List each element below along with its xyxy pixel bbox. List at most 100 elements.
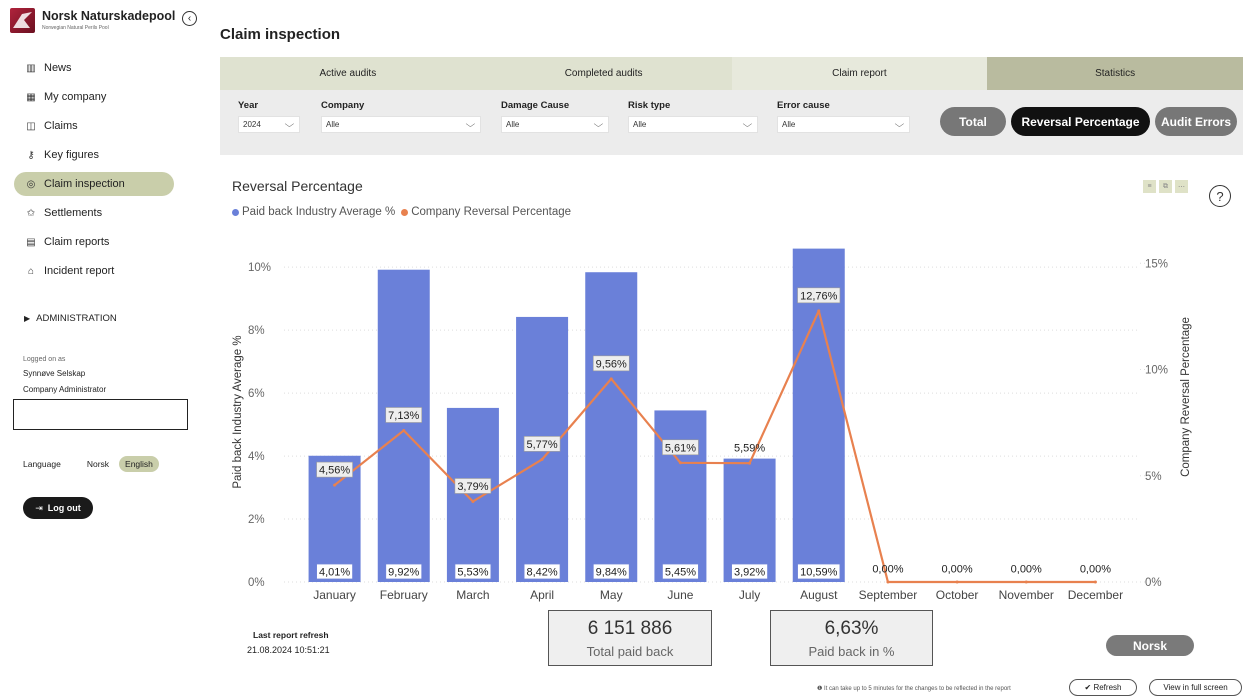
line-point-february (402, 428, 406, 432)
filter-label: Year (238, 100, 259, 111)
kpi-paid-back-percent: 6,63% Paid back in % (770, 610, 933, 666)
y2-axis-label: Company Reversal Percentage (1180, 317, 1192, 477)
sidebar-item-claim-reports[interactable]: ▤ Claim reports (14, 230, 174, 254)
bar-data-label: 5,45% (665, 567, 696, 579)
line-data-label: 5,61% (665, 442, 696, 454)
collapse-sidebar-icon[interactable]: ‹ (182, 11, 197, 26)
error-cause-select[interactable]: Alle ⌵ (777, 116, 910, 133)
logout-icon: ⇥ (35, 502, 43, 513)
x-tick-label: August (800, 588, 838, 602)
filter-icon[interactable]: ≡ (1143, 180, 1156, 193)
report-delay-note: ❶ It can take up to 5 minutes for the ch… (817, 686, 1011, 692)
sidebar-item-news[interactable]: ▥ News (14, 56, 174, 80)
norsk-report-button[interactable]: Norsk (1106, 635, 1194, 656)
bar-data-label: 9,92% (388, 567, 419, 579)
y2-tick-label: 15% (1145, 258, 1168, 270)
reversal-percentage-view-button[interactable]: Reversal Percentage (1011, 107, 1150, 136)
company-select-box[interactable] (13, 399, 188, 430)
sidebar-item-label: Settlements (44, 207, 103, 219)
line-data-label: 0,00% (872, 564, 903, 576)
page-title: Claim inspection (220, 26, 341, 43)
bar-february (377, 269, 430, 582)
risk-type-value: Alle (633, 120, 647, 129)
line-point-july (748, 461, 752, 465)
sidebar-item-my-company[interactable]: ▦ My company (14, 85, 174, 109)
logout-button[interactable]: ⇥ Log out (23, 497, 93, 519)
x-tick-label: April (530, 588, 554, 602)
refresh-button[interactable]: ✔ Refresh (1069, 679, 1137, 696)
line-data-label: 0,00% (1011, 564, 1042, 576)
sidebar-item-label: Claim inspection (44, 178, 125, 190)
language-option-norsk[interactable]: Norsk (81, 456, 115, 472)
reversal-percentage-chart: 0% 2% 4% 6% 8% 10% 0% 5% 10% 15% Paid back Industr… (232, 248, 1192, 602)
filter-year: Year 2024 ⌵ (238, 100, 300, 133)
bar-june (654, 410, 707, 582)
caret-right-icon: ▶ (24, 314, 31, 323)
sidebar: Norsk Naturskadepool Norwegian Natural P… (0, 0, 200, 696)
help-icon[interactable]: ? (1209, 185, 1231, 207)
tab-bar: Active audits Completed audits Claim rep… (220, 57, 1243, 90)
logged-on-label: Logged on as (23, 356, 66, 363)
chevron-down-icon: ⌵ (284, 119, 295, 129)
x-tick-label: October (936, 588, 979, 602)
more-options-icon[interactable]: ⋯ (1175, 180, 1188, 193)
sidebar-item-claims[interactable]: ◫ Claims (14, 114, 174, 138)
line-point-january (333, 483, 337, 487)
sidebar-item-incident-report[interactable]: ⌂ Incident report (14, 259, 174, 283)
risk-type-select[interactable]: Alle ⌵ (628, 116, 758, 133)
legend-dot (232, 208, 239, 216)
legend-dot (401, 208, 409, 216)
filter-label: Risk type (628, 100, 671, 111)
administration-toggle[interactable]: ▶ ADMINISTRATION (24, 313, 117, 324)
focus-mode-icon[interactable]: ⧉ (1159, 180, 1172, 193)
legend-item-industry[interactable]: Paid back Industry Average % (232, 206, 395, 218)
line-data-label: 3,79% (457, 481, 488, 493)
sidebar-item-key-figures[interactable]: ⚷ Key figures (14, 143, 174, 167)
bar-data-label: 3,92% (734, 567, 765, 579)
legend-item-company[interactable]: Company Reversal Percentage (401, 206, 571, 218)
kpi-value: 6 151 886 (587, 617, 673, 639)
total-view-button[interactable]: Total (940, 107, 1006, 136)
damage-cause-value: Alle (506, 120, 520, 129)
bar-july (723, 458, 776, 582)
audit-errors-view-button[interactable]: Audit Errors (1155, 107, 1237, 136)
filter-risk-type: Risk type Alle ⌵ (628, 100, 758, 133)
sidebar-item-label: Incident report (44, 265, 115, 277)
last-refresh-label: Last report refresh (253, 630, 329, 640)
line-data-label: 12,76% (800, 290, 838, 302)
sidebar-item-settlements[interactable]: ✩ Settlements (14, 201, 174, 225)
view-full-screen-button[interactable]: View in full screen (1149, 679, 1242, 696)
star-icon: ✩ (26, 207, 36, 219)
logged-user-role: Company Administrator (23, 385, 107, 394)
line-point-october (955, 580, 959, 584)
bar-march (446, 407, 499, 582)
sidebar-item-claim-inspection[interactable]: ◎ Claim inspection (14, 172, 174, 196)
legend-label: Paid back Industry Average % (242, 206, 396, 218)
line-data-label: 5,77% (526, 439, 557, 451)
y-tick-label: 10% (248, 262, 271, 274)
sidebar-item-label: Claim reports (44, 236, 110, 248)
news-icon: ▥ (26, 62, 36, 74)
language-option-english[interactable]: English (119, 456, 159, 472)
bar-data-label: 10,59% (800, 567, 838, 579)
line-data-label: 4,56% (319, 465, 350, 477)
line-point-april (540, 457, 544, 461)
brand-logo[interactable] (10, 8, 35, 33)
chevron-down-icon: ⌵ (742, 119, 753, 129)
inbox-icon: ◫ (26, 120, 36, 132)
company-value: Alle (326, 120, 340, 129)
document-icon: ▤ (26, 236, 36, 248)
line-point-march (471, 499, 475, 503)
language-label: Language (23, 459, 61, 469)
x-tick-label: March (456, 588, 489, 602)
tab-claim-report[interactable]: Claim report (731, 57, 988, 90)
tab-active-audits[interactable]: Active audits (220, 57, 476, 90)
tab-completed-audits[interactable]: Completed audits (476, 57, 732, 90)
x-tick-label: June (667, 588, 693, 602)
year-select[interactable]: 2024 ⌵ (238, 116, 300, 133)
tab-statistics[interactable]: Statistics (987, 57, 1243, 90)
company-select[interactable]: Alle ⌵ (321, 116, 481, 133)
administration-label: ADMINISTRATION (36, 313, 117, 324)
filter-label: Error cause (777, 100, 830, 111)
damage-cause-select[interactable]: Alle ⌵ (501, 116, 609, 133)
